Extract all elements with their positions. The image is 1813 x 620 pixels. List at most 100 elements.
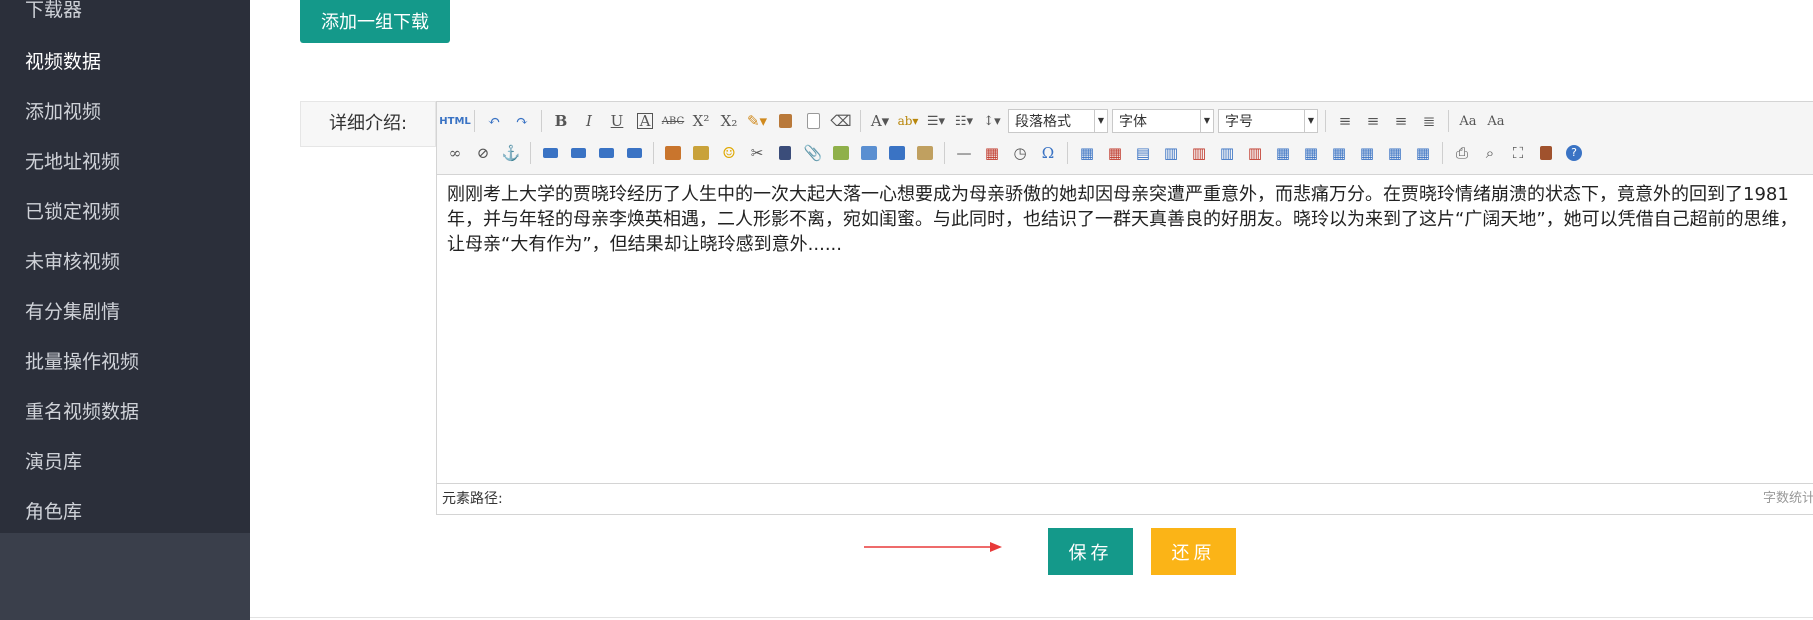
element-path-label: 元素路径: bbox=[442, 491, 503, 507]
sidebar-item-batch-operation[interactable]: 批量操作视频 bbox=[0, 342, 250, 382]
toolbar-separator bbox=[1067, 142, 1068, 164]
paste-plain-icon[interactable] bbox=[802, 109, 824, 133]
highlight-color-icon[interactable]: ab▾ bbox=[897, 109, 919, 133]
add-download-group-button[interactable]: 添加一组下载 bbox=[300, 0, 450, 43]
superscript-icon[interactable]: X² bbox=[690, 109, 712, 133]
clear-format-icon[interactable]: ⌫ bbox=[830, 109, 852, 133]
reset-button[interactable]: 还原 bbox=[1151, 528, 1236, 575]
bold-button[interactable]: B bbox=[550, 109, 572, 133]
anchor-icon[interactable]: ⚓ bbox=[500, 141, 522, 165]
merge-down-icon[interactable]: ▦ bbox=[1328, 141, 1350, 165]
insert-col-icon[interactable]: ▥ bbox=[1216, 141, 1238, 165]
insert-image-icon[interactable] bbox=[662, 141, 684, 165]
help-icon[interactable]: ? bbox=[1563, 141, 1585, 165]
chevron-down-icon: ▼ bbox=[1200, 110, 1213, 132]
split-rows-icon[interactable]: ▦ bbox=[1384, 141, 1406, 165]
font-size-select[interactable]: 字号 ▼ bbox=[1218, 109, 1318, 133]
redo-icon[interactable]: ↷ bbox=[511, 109, 533, 133]
sidebar-item-actor-library[interactable]: 演员库 bbox=[0, 442, 250, 482]
insert-frame-icon[interactable] bbox=[886, 141, 908, 165]
image-center-icon[interactable] bbox=[623, 141, 645, 165]
page-bottom-divider bbox=[250, 617, 1813, 618]
map-icon[interactable] bbox=[830, 141, 852, 165]
paragraph-format-select[interactable]: 段落格式 ▼ bbox=[1008, 109, 1108, 133]
image-none-icon[interactable] bbox=[595, 141, 617, 165]
delete-table-icon[interactable]: ▦ bbox=[1104, 141, 1126, 165]
unordered-list-icon[interactable]: ☷▾ bbox=[953, 109, 975, 133]
scrawl-icon[interactable]: ✂ bbox=[746, 141, 768, 165]
undo-icon[interactable]: ↶ bbox=[483, 109, 505, 133]
sidebar-item-duplicate-name-data[interactable]: 重名视频数据 bbox=[0, 392, 250, 432]
search-replace-icon[interactable]: ⛶ bbox=[1507, 141, 1529, 165]
subscript-icon[interactable]: X₂ bbox=[718, 109, 740, 133]
attachment-icon[interactable]: 📎 bbox=[802, 141, 824, 165]
split-cells-icon[interactable]: ▦ bbox=[1356, 141, 1378, 165]
unlink-icon[interactable]: ⊘ bbox=[472, 141, 494, 165]
delete-row-icon[interactable]: ▥ bbox=[1188, 141, 1210, 165]
sidebar-item-role-library[interactable]: 角色库 bbox=[0, 492, 250, 532]
multi-image-icon[interactable] bbox=[690, 141, 712, 165]
drafts-icon[interactable] bbox=[1535, 141, 1557, 165]
toolbar-separator bbox=[1448, 110, 1449, 132]
sidebar-item-no-address-video[interactable]: 无地址视频 bbox=[0, 142, 250, 182]
italic-button[interactable]: I bbox=[578, 109, 600, 133]
insert-code-icon[interactable] bbox=[914, 141, 936, 165]
strikethrough-icon[interactable]: ABC bbox=[662, 109, 684, 133]
date-icon[interactable]: ▦ bbox=[981, 141, 1003, 165]
toolbar-row-2: ∞ ⊘ ⚓ ☺ ✂ 📎 — ▦ ◷ Ω ▦ ▦ ▤ ▥ ▥ ▥ ▥ ▦ ▦ ▦ … bbox=[441, 138, 1588, 168]
split-cols-icon[interactable]: ▦ bbox=[1412, 141, 1434, 165]
editor-toolbar: HTML ↶ ↷ B I U A ABC X² X₂ ✎▾ ⌫ A▾ ab▾ ☰… bbox=[437, 102, 1813, 175]
delete-col-icon[interactable]: ▥ bbox=[1244, 141, 1266, 165]
font-border-icon[interactable]: A bbox=[634, 109, 656, 133]
editor-content-area[interactable]: 刚刚考上大学的贾晓玲经历了人生中的一次大起大落一心想要成为母亲骄傲的她却因母亲突… bbox=[447, 182, 1813, 482]
sidebar-item-add-video[interactable]: 添加视频 bbox=[0, 92, 250, 132]
underline-button[interactable]: U bbox=[606, 109, 628, 133]
font-family-value: 字体 bbox=[1119, 114, 1147, 130]
sidebar-item-locked-video[interactable]: 已锁定视频 bbox=[0, 192, 250, 232]
toolbar-row-1: HTML ↶ ↷ B I U A ABC X² X₂ ✎▾ ⌫ A▾ ab▾ ☰… bbox=[439, 106, 1510, 136]
print-icon[interactable]: ⎙ bbox=[1451, 141, 1473, 165]
line-height-icon[interactable]: ↕▾ bbox=[981, 109, 1003, 133]
sidebar-menu: 下载器 视频数据 添加视频 无地址视频 已锁定视频 未审核视频 有分集剧情 批量… bbox=[0, 0, 250, 533]
time-icon[interactable]: ◷ bbox=[1009, 141, 1031, 165]
paste-icon[interactable] bbox=[774, 109, 796, 133]
font-size-value: 字号 bbox=[1225, 114, 1253, 130]
gmap-icon[interactable] bbox=[858, 141, 880, 165]
ordered-list-icon[interactable]: ☰▾ bbox=[925, 109, 947, 133]
link-icon[interactable]: ∞ bbox=[444, 141, 466, 165]
align-right-icon[interactable]: ≡ bbox=[1390, 109, 1412, 133]
align-justify-icon[interactable]: ≣ bbox=[1418, 109, 1440, 133]
insert-paragraph-before-table-icon[interactable]: ▤ bbox=[1132, 141, 1154, 165]
save-button[interactable]: 保存 bbox=[1048, 528, 1133, 575]
insert-table-icon[interactable]: ▦ bbox=[1076, 141, 1098, 165]
html-source-button[interactable]: HTML bbox=[439, 109, 471, 133]
sidebar-item-downloader[interactable]: 下载器 bbox=[0, 0, 250, 30]
image-float-right-icon[interactable] bbox=[567, 141, 589, 165]
sidebar-item-episode-plot[interactable]: 有分集剧情 bbox=[0, 292, 250, 332]
horizontal-rule-icon[interactable]: — bbox=[953, 141, 975, 165]
font-family-select[interactable]: 字体 ▼ bbox=[1112, 109, 1214, 133]
lowercase-icon[interactable]: Aa bbox=[1485, 109, 1507, 133]
toolbar-separator bbox=[944, 142, 945, 164]
preview-icon[interactable]: ⌕ bbox=[1479, 141, 1501, 165]
align-center-icon[interactable]: ≡ bbox=[1362, 109, 1384, 133]
detail-intro-label: 详细介绍: bbox=[300, 101, 436, 147]
editor-status-bar: 元素路径: 字数统计 bbox=[437, 483, 1813, 514]
merge-right-icon[interactable]: ▦ bbox=[1300, 141, 1322, 165]
uppercase-icon[interactable]: Aa bbox=[1457, 109, 1479, 133]
insert-row-icon[interactable]: ▥ bbox=[1160, 141, 1182, 165]
format-brush-icon[interactable]: ✎▾ bbox=[746, 109, 768, 133]
special-char-icon[interactable]: Ω bbox=[1037, 141, 1059, 165]
image-float-left-icon[interactable] bbox=[539, 141, 561, 165]
align-left-icon[interactable]: ≡ bbox=[1334, 109, 1356, 133]
toolbar-separator bbox=[1442, 142, 1443, 164]
paragraph-format-value: 段落格式 bbox=[1015, 114, 1071, 130]
word-count-label: 字数统计 bbox=[1762, 491, 1813, 506]
emotion-icon[interactable]: ☺ bbox=[718, 141, 740, 165]
toolbar-separator bbox=[653, 142, 654, 164]
merge-cells-icon[interactable]: ▦ bbox=[1272, 141, 1294, 165]
font-color-icon[interactable]: A▾ bbox=[869, 109, 891, 133]
sidebar-item-unreviewed-video[interactable]: 未审核视频 bbox=[0, 242, 250, 282]
sidebar-item-video-data[interactable]: 视频数据 bbox=[0, 42, 250, 82]
insert-video-icon[interactable] bbox=[774, 141, 796, 165]
